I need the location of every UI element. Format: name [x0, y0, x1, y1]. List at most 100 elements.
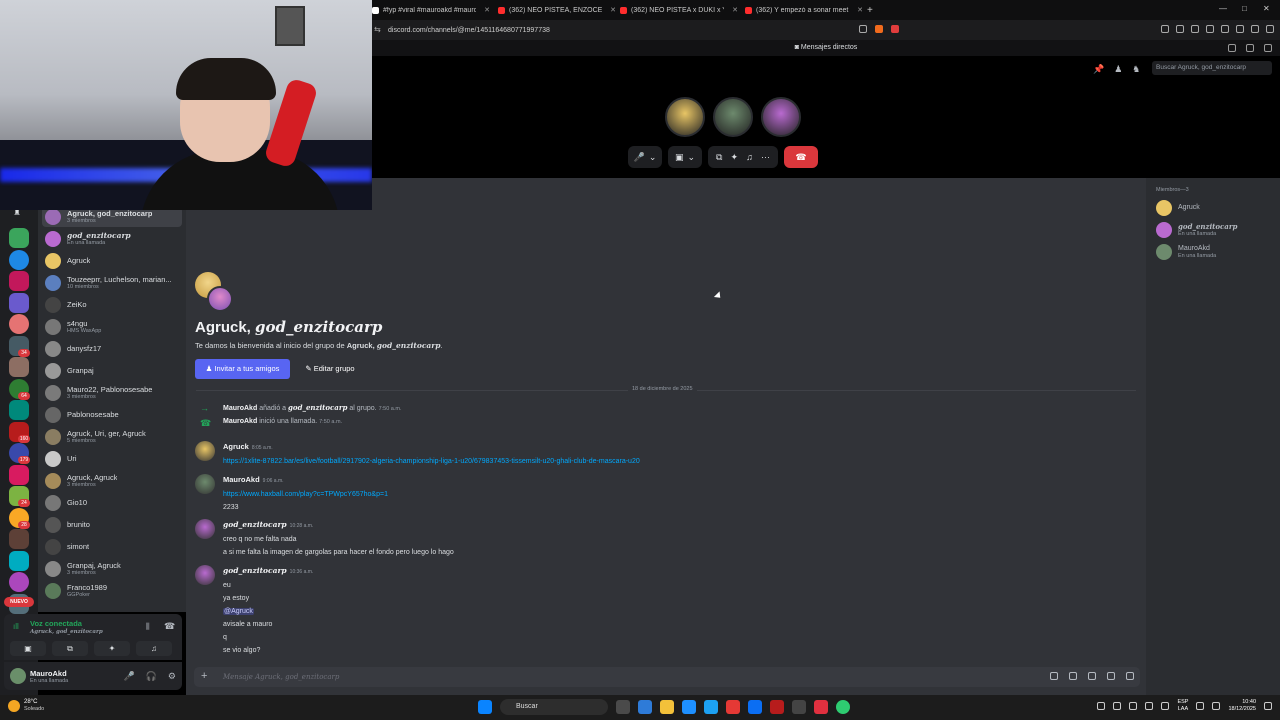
server-icon[interactable]: [9, 550, 29, 571]
taskbar-app-icon[interactable]: [704, 700, 718, 714]
inbox-icon[interactable]: [1228, 44, 1236, 52]
browser-tab[interactable]: (362) NEO PISTEA, ENZOCEROBULTO ✕: [498, 3, 616, 17]
disconnect-icon[interactable]: ☎: [164, 621, 175, 632]
browser-tab[interactable]: #fyp #viral #mauroakd #mauro12 # ✕: [372, 3, 490, 17]
voice-soundboard-button[interactable]: ♫: [136, 641, 172, 656]
signal-icon[interactable]: ıll: [13, 622, 19, 631]
taskbar-app-icon[interactable]: [770, 700, 784, 714]
voice-screen-button[interactable]: ⧉: [52, 641, 88, 656]
message-composer[interactable]: + Mensaje Agruck, god_enzitocarp: [194, 667, 1140, 687]
weather-widget[interactable]: 28°C Soleado: [8, 699, 44, 712]
server-icon[interactable]: [9, 400, 29, 420]
tray-app-icon[interactable]: [1113, 701, 1122, 710]
brave-rewards-icon[interactable]: [891, 25, 899, 33]
reader-icon[interactable]: [1176, 25, 1184, 33]
extension-icon[interactable]: [1161, 25, 1169, 33]
voice-camera-button[interactable]: ▣: [10, 641, 46, 656]
avatar[interactable]: [10, 668, 26, 684]
hangup-button[interactable]: ☎: [784, 146, 818, 168]
dm-item[interactable]: Touzeeprr, Luchelson, marian... 10 miembr…: [42, 273, 182, 293]
gift-icon[interactable]: [1050, 672, 1058, 680]
server-icon[interactable]: [9, 572, 29, 592]
taskbar-app-icon[interactable]: [682, 700, 696, 714]
user-mention[interactable]: @Agruck: [223, 608, 254, 615]
windows-start-icon[interactable]: [478, 700, 492, 714]
minimize-icon[interactable]: —: [1219, 4, 1227, 13]
dm-item[interactable]: simont: [42, 537, 182, 557]
new-tab-button[interactable]: +: [867, 3, 873, 17]
dm-item[interactable]: Uri: [42, 449, 182, 469]
tray-app-icon[interactable]: [1145, 701, 1154, 710]
upload-plus-icon[interactable]: +: [201, 670, 207, 682]
taskbar-app-icon[interactable]: [792, 700, 806, 714]
activities-icon[interactable]: ✦: [731, 152, 739, 163]
taskbar-app-icon[interactable]: [748, 700, 762, 714]
member-item[interactable]: Agruck: [1156, 200, 1200, 216]
username[interactable]: MauroAkd: [30, 669, 67, 678]
headphones-icon[interactable]: 🎧: [146, 671, 157, 682]
clock[interactable]: 10:40 18/12/2025: [1228, 699, 1256, 713]
search-input[interactable]: Buscar Agruck, god_enzitocarp: [1152, 61, 1272, 75]
music-icon[interactable]: [1191, 25, 1199, 33]
dm-item[interactable]: Pablonosesabe: [42, 405, 182, 425]
avatar[interactable]: [195, 441, 215, 461]
help-icon[interactable]: [1264, 44, 1272, 52]
taskbar-app-icon[interactable]: [814, 700, 828, 714]
soundboard-icon[interactable]: ♫: [746, 152, 753, 162]
taskbar-app-icon[interactable]: [660, 700, 674, 714]
wifi-icon[interactable]: [1196, 701, 1205, 710]
server-icon[interactable]: [9, 357, 29, 377]
taskbar-search[interactable]: Buscar: [500, 699, 608, 715]
close-tab-icon[interactable]: ✕: [732, 6, 738, 14]
god-enzitocarp-avatar[interactable]: [761, 97, 801, 137]
browser-tab[interactable]: (362) NEO PISTEA x DUKI x YSY A - E ✕: [620, 3, 738, 17]
close-tab-icon[interactable]: ✕: [610, 6, 616, 14]
browser-tab[interactable]: (362) Y empezó a sonar meet the gr ✕: [745, 3, 863, 17]
dm-item[interactable]: Agruck, Uri, ger, Agruck 5 miembros: [42, 427, 182, 447]
close-tab-icon[interactable]: ✕: [484, 6, 490, 14]
message-link[interactable]: https://www.haxball.com/play?c=TPWpcY657…: [223, 491, 388, 498]
tray-app-icon[interactable]: [1161, 701, 1170, 710]
dm-item[interactable]: Gio10: [42, 493, 182, 513]
avatar[interactable]: [195, 565, 215, 585]
noise-icon[interactable]: ⫼: [146, 622, 150, 632]
address-bar[interactable]: ⇆ discord.com/channels/@me/1451164680771…: [372, 20, 1280, 40]
sticker-icon[interactable]: [1088, 672, 1096, 680]
server-icon[interactable]: [9, 529, 29, 549]
message-author[interactable]: god_enzitocarp: [223, 566, 287, 575]
dm-item[interactable]: god_enzitocarp En una llamada: [42, 229, 182, 249]
member-item[interactable]: MauroAkd En una llamada: [1156, 244, 1216, 260]
tray-app-icon[interactable]: [1129, 701, 1138, 710]
taskbar-app-icon[interactable]: [616, 700, 630, 714]
leo-icon[interactable]: [1251, 25, 1259, 33]
add-friend-icon[interactable]: ♟: [1114, 64, 1122, 75]
pin-icon[interactable]: 📌: [1093, 64, 1104, 75]
maximize-icon[interactable]: □: [1242, 4, 1247, 13]
settings-gear-icon[interactable]: ⚙: [168, 671, 176, 682]
dm-item[interactable]: Agruck, Agruck 3 miembros: [42, 471, 182, 491]
taskbar-app-icon[interactable]: [638, 700, 652, 714]
language-indicator[interactable]: ESP LAA: [1177, 699, 1188, 712]
server-icon[interactable]: [9, 464, 29, 485]
avatar[interactable]: [195, 474, 215, 494]
dm-item[interactable]: brunito: [42, 515, 182, 535]
avatar[interactable]: [195, 519, 215, 539]
message-link[interactable]: https://1xlite-87822.bar/es/live/footbal…: [223, 458, 640, 465]
volume-icon[interactable]: [1212, 701, 1221, 710]
window-icon[interactable]: [1246, 44, 1254, 52]
brave-shield-icon[interactable]: [875, 25, 883, 33]
dm-item[interactable]: ZeiKo: [42, 295, 182, 315]
camera-button[interactable]: ▣ ⌄: [668, 146, 702, 168]
member-item[interactable]: god_enzitocarp En una llamada: [1156, 222, 1237, 238]
server-icon[interactable]: [9, 228, 29, 248]
voice-status[interactable]: Voz conectada: [30, 619, 82, 628]
message-author[interactable]: Agruck: [223, 442, 249, 451]
more-icon[interactable]: ···: [761, 152, 770, 162]
taskbar-app-icon[interactable]: [726, 700, 740, 714]
mute-button[interactable]: 🎤 ⌄: [628, 146, 662, 168]
dm-item[interactable]: Granpaj, Agruck 3 miembros: [42, 559, 182, 579]
close-tab-icon[interactable]: ✕: [857, 6, 863, 14]
tray-chevron-icon[interactable]: [1097, 701, 1106, 710]
mic-icon[interactable]: 🎤: [123, 671, 134, 682]
vpn-icon[interactable]: [1236, 25, 1244, 33]
